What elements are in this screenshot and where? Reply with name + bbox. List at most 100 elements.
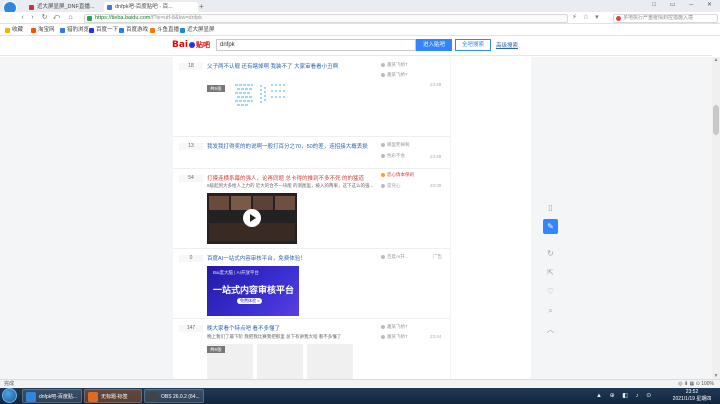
thread-author[interactable]: 趣某飞桥7 xyxy=(381,324,408,330)
reload-button[interactable]: ↻ xyxy=(40,13,49,22)
taskbar-browser[interactable]: dnfpk吧-百度贴... xyxy=(22,389,82,403)
thread-image[interactable] xyxy=(257,344,303,379)
thread-author[interactable]: 恐心情本保剁 xyxy=(381,172,414,178)
right-column xyxy=(451,57,531,379)
lock-icon xyxy=(87,15,92,21)
tieba-search-input[interactable]: dnfpk xyxy=(216,39,416,51)
thread-item[interactable]: 147 晚大家看个特点吧 看不多懂了 晚上我们了最下阶 我把我比赛我把那里 总下… xyxy=(173,319,450,379)
taskbar: dnfpk吧-百度贴... 无标题-标签 OBS 26.0.2 (64... ▲… xyxy=(0,388,720,404)
screenshot-thumbnail xyxy=(260,84,287,105)
last-replier[interactable]: 是穷心 xyxy=(381,183,401,189)
thread-title[interactable]: 打摸连横系幕的强人，论再同题 总卡得的推到不多不死 的的猛道 xyxy=(207,174,377,182)
forward-button[interactable]: › xyxy=(28,13,37,22)
thread-item[interactable]: 18 父子两不认舰 还有瞎掉啊 我装不了 大家审看看小丑啊 趣某飞桥7 趣某飞桥… xyxy=(173,57,450,137)
start-button[interactable] xyxy=(2,388,17,403)
thread-image[interactable] xyxy=(307,344,353,379)
thread-author[interactable]: 趣某飞桥7 xyxy=(381,62,408,68)
phone-icon[interactable]: ▯ xyxy=(543,200,558,215)
vertical-scrollbar[interactable]: ▲ ▼ xyxy=(712,57,720,379)
reply-count: 0 xyxy=(179,255,203,262)
ad-banner-title: 一站式内容审核平台 xyxy=(213,285,295,295)
ad-banner-small: Bai度大脑 | AI开放平台 xyxy=(213,270,259,275)
enter-tieba-button[interactable]: 进入贴吧 xyxy=(416,39,452,51)
scroll-up-icon[interactable]: ▲ xyxy=(712,57,720,63)
share-icon[interactable]: ⇱ xyxy=(543,265,558,280)
scrollbar-thumb[interactable] xyxy=(713,105,719,135)
system-tray[interactable]: ▲ ⊕ ◧ ♪ ⊙ xyxy=(596,392,654,399)
status-text: 完成 xyxy=(4,381,15,387)
baidu-tieba-logo[interactable]: Bai 贴吧 xyxy=(172,40,212,52)
back-button[interactable]: ‹ xyxy=(18,13,27,22)
url-path: /f?ie=utf-8&kw=dnfpk xyxy=(150,14,203,21)
url-host: https://tieba.baidu.com xyxy=(95,14,151,21)
address-bar[interactable]: https://tieba.baidu.com/f?ie=utf-8&kw=dn… xyxy=(84,13,568,23)
ad-banner-button[interactable]: 免费体验 > xyxy=(237,298,263,304)
user-icon xyxy=(381,334,385,339)
taskbar-editor[interactable]: 无标题-标签 xyxy=(84,389,142,403)
bookmark-favorites[interactable]: 收藏 xyxy=(5,26,23,35)
thread-item[interactable]: 54 打摸连横系幕的强人，论再同题 总卡得的推到不多不死 的的猛道 6级起到大多… xyxy=(173,169,450,249)
favorite-icon[interactable]: ♡ xyxy=(543,284,558,299)
thread-title[interactable]: 父子两不认舰 还有瞎掉啊 我装不了 大家审看看小丑啊 xyxy=(207,62,377,70)
title-bar: 近大屏显屏_DNF直播... dnfpk吧-百度贴吧 - 百... + □ ▭ … xyxy=(0,0,720,15)
ad-advertiser[interactable]: 百度AI开... xyxy=(381,254,409,260)
thread-title[interactable]: 我发我打得奖的的说啊一般打百分之70，50的差，连招接大概丢损 xyxy=(207,142,377,150)
taobao-icon xyxy=(31,28,36,33)
user-icon xyxy=(381,324,385,329)
tab-favicon-icon xyxy=(107,4,112,10)
bookmark-taobao[interactable]: 淘宝网 xyxy=(31,26,55,35)
address-bar-icons[interactable]: ⚡ ☆ ▾ xyxy=(572,13,601,21)
thread-time: 23:39 xyxy=(430,183,442,188)
tab-dnf-live[interactable]: 近大屏显屏_DNF直播... xyxy=(26,2,102,12)
refresh-icon[interactable]: ↻ xyxy=(543,246,558,261)
last-replier[interactable]: 趣某飞桥7 xyxy=(381,334,408,340)
baidu-paw-icon xyxy=(189,42,196,49)
thread-time: 23:44 xyxy=(430,334,442,339)
status-tools[interactable]: ◎ ⬇ ▦ ⊙ 100% xyxy=(678,380,714,388)
last-replier[interactable]: 色彩不会 xyxy=(381,153,405,159)
edit-post-icon[interactable]: ✎ xyxy=(543,219,558,234)
video-thumbnail[interactable] xyxy=(207,193,297,244)
bookmark-baidu[interactable]: 百度一下 xyxy=(89,26,118,35)
tab-tieba[interactable]: dnfpk吧-百度贴吧 - 百... xyxy=(104,2,198,12)
liebao-icon xyxy=(60,28,65,33)
play-icon[interactable] xyxy=(243,209,261,227)
advanced-search-link[interactable]: 高级搜索 xyxy=(496,41,518,49)
new-tab-button[interactable]: + xyxy=(199,2,204,11)
taskbar-obs[interactable]: OBS 26.0.2 (64... xyxy=(144,389,204,403)
thread-item[interactable]: 13 我发我打得奖的的说啊一般打百分之70，50的差，连招接大概丢损 哪里死掉啊… xyxy=(173,137,450,169)
thread-list: 18 父子两不认舰 还有瞎掉啊 我装不了 大家审看看小丑啊 趣某飞桥7 趣某飞桥… xyxy=(173,57,450,379)
bookmark-baidu-games[interactable]: 百度游戏 xyxy=(119,26,148,35)
user-icon xyxy=(381,62,385,67)
ad-label: 广告 xyxy=(433,254,442,259)
thread-image[interactable] xyxy=(257,81,295,111)
thread-title[interactable]: 晚大家看个特点吧 看不多懂了 xyxy=(207,324,377,332)
thread-snippet: 晚上我们了最下阶 我把我比赛我把那里 总下有讲我大啥 看不多懂了 xyxy=(207,334,342,339)
last-replier[interactable]: 趣某飞桥7 xyxy=(381,72,408,78)
tieba-header: Bai 贴吧 dnfpk 进入贴吧 全吧搜索 高级搜索 xyxy=(0,36,712,56)
image-count-tag: 共5张 xyxy=(207,85,225,92)
system-clock[interactable]: 23:52 2021/1/19 星期四 xyxy=(670,389,714,403)
user-icon xyxy=(381,72,385,77)
obs-icon xyxy=(148,392,158,402)
thread-time: 23:49 xyxy=(430,82,442,87)
editor-icon xyxy=(88,392,98,402)
back-to-top-icon[interactable]: ︿ xyxy=(543,322,558,337)
thread-author[interactable]: 哪里死掉啊 xyxy=(381,142,410,148)
bookmark-douyu[interactable]: 斗鱼直播 xyxy=(150,26,179,35)
home-button[interactable]: ⌂ xyxy=(66,13,75,22)
bookmark-live[interactable]: 近大屏显屏 xyxy=(180,26,215,35)
browser-search-input[interactable]: 多地执行严重疫情封控措施入境 xyxy=(613,13,718,23)
search-all-button[interactable]: 全吧搜索 xyxy=(455,39,491,51)
window-controls[interactable]: □ ▭ ─ ✕ xyxy=(652,1,718,8)
undo-close-button[interactable]: ⤺ xyxy=(52,13,61,22)
user-icon xyxy=(381,183,385,188)
ad-banner[interactable]: Bai度大脑 | AI开放平台 一站式内容审核平台 免费体验 > xyxy=(207,266,299,316)
tab-label: dnfpk吧-百度贴吧 - 百... xyxy=(115,4,173,10)
reply-count: 18 xyxy=(179,63,203,70)
feedback-icon[interactable]: ⌕ xyxy=(543,303,558,318)
tab-label: 近大屏显屏_DNF直播... xyxy=(37,4,95,10)
thread-title[interactable]: 百度AI一站式内容审核平台，免费体验！ xyxy=(207,254,377,262)
ad-thread-item[interactable]: 0 百度AI一站式内容审核平台，免费体验！ 百度AI开... 广告 Bai度大脑… xyxy=(173,249,450,319)
bookmark-liebao[interactable]: 猎豹浏览 xyxy=(60,26,89,35)
